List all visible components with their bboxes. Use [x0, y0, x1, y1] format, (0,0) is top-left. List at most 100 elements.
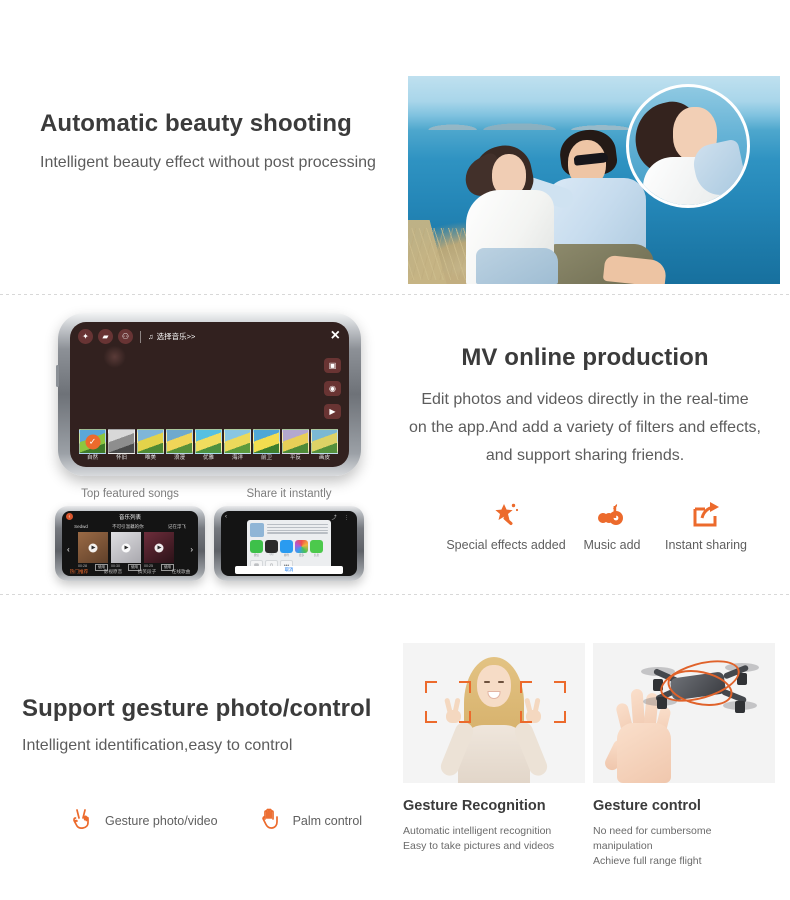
focus-bracket-icon — [520, 711, 532, 723]
eye — [498, 681, 504, 683]
song-card[interactable] — [111, 532, 141, 563]
filter-thumbnail — [195, 429, 222, 454]
bottom-tab-item[interactable]: 影视原音 — [104, 569, 122, 575]
filter-item[interactable]: 优雅 — [195, 429, 222, 462]
play-icon[interactable] — [121, 543, 131, 552]
filter-label: 唯美 — [144, 455, 156, 461]
circular-portrait-inset — [626, 84, 750, 208]
filter-item[interactable]: 唯美 — [137, 429, 164, 462]
filter-strip: ✓ 自然 怀旧 唯美 浪漫 优雅 海洋 前卫 平反 画皮 — [79, 429, 338, 462]
gesture-photo-video-item[interactable]: Gesture photo/video — [70, 805, 218, 836]
filter-label: 怀旧 — [115, 455, 127, 461]
victory-hand-icon — [70, 805, 96, 836]
filter-label: 画皮 — [318, 455, 330, 461]
drone-photo — [641, 652, 759, 719]
tab-item[interactable]: Sedwd — [74, 524, 88, 530]
feature-music-add[interactable]: Music add — [572, 496, 652, 552]
face — [477, 665, 511, 707]
music-list-title: 音乐列表 — [118, 514, 141, 521]
mini-phone-caption-songs: Top featured songs — [81, 488, 179, 500]
share-app-wechat[interactable]: 微信 — [250, 540, 263, 557]
filter-thumbnail — [137, 429, 164, 454]
caption-line: Automatic intelligent recognition — [403, 825, 552, 837]
gesture-section-text: Support gesture photo/control Intelligen… — [22, 695, 402, 755]
filter-label: 平反 — [289, 455, 301, 461]
editor-screen: ✦ ▰ ⚇ ♫ 选择音乐>> × ▣ ◉ ▶ ✓ 自然 怀旧 唯美 浪漫 优雅 … — [70, 322, 349, 467]
filter-item[interactable]: 平反 — [282, 429, 309, 462]
beauty-section-text: Automatic beauty shooting Intelligent be… — [40, 110, 410, 172]
song-card[interactable] — [144, 532, 174, 563]
gesture-label: Gesture photo/video — [105, 813, 218, 828]
robot-icon[interactable]: ⚇ — [118, 329, 133, 344]
focus-bracket-icon — [554, 711, 566, 723]
palm-control-item[interactable]: Palm control — [258, 805, 362, 836]
editor-toolbar: ✦ ▰ ⚇ ♫ 选择音乐>> — [78, 329, 195, 344]
filter-label: 前卫 — [260, 455, 272, 461]
music-note-icon — [572, 496, 652, 534]
close-icon[interactable]: × — [331, 328, 340, 344]
palm — [617, 723, 671, 783]
focus-bracket-icon — [554, 681, 566, 693]
toolbar-icons[interactable]: ⤴ ⋮ — [332, 514, 352, 521]
folder-icon[interactable]: ▰ — [98, 329, 113, 344]
share-sheet-panel: 微信 QQ 邮件 更多 信息 — [247, 520, 331, 571]
mv-feature-list: Special effects added Music add Instant … — [440, 496, 760, 552]
editor-side-controls: ▣ ◉ ▶ — [324, 358, 341, 419]
play-icon[interactable] — [154, 543, 164, 552]
select-music-button[interactable]: ♫ 选择音乐>> — [148, 331, 195, 342]
caption-line: No need for cumbersome manipulation — [593, 825, 712, 852]
mv-section-text: MV online production Edit photos and vid… — [385, 344, 785, 470]
mv-line-3: and support sharing friends. — [485, 447, 685, 464]
filter-item[interactable]: ✓ 自然 — [79, 429, 106, 462]
filter-item[interactable]: 怀旧 — [108, 429, 135, 462]
play-icon[interactable] — [88, 543, 98, 552]
share-app-message[interactable]: 信息 — [310, 540, 323, 557]
caption-title: Gesture Recognition — [403, 798, 546, 814]
next-arrow-icon[interactable]: › — [190, 545, 193, 554]
gesture-subtitle: Intelligent identification,easy to contr… — [22, 737, 293, 754]
filter-item[interactable]: 海洋 — [224, 429, 251, 462]
cancel-button[interactable]: 取消 — [235, 566, 343, 574]
app-label: 邮件 — [283, 554, 290, 557]
bottom-tab-item[interactable]: 搞笑段子 — [138, 569, 156, 575]
switch-camera-icon[interactable]: ▣ — [324, 358, 341, 373]
filter-thumbnail — [166, 429, 193, 454]
back-icon[interactable]: ‹ — [225, 514, 227, 520]
feature-label: Music add — [583, 538, 641, 552]
tab-item[interactable]: 不可引温藕的你 — [112, 524, 144, 530]
music-list-tabs: Sedwd 不可引温藕的你 记在浮飞 — [62, 524, 198, 530]
filter-thumbnail — [253, 429, 280, 454]
gesture-control-caption: Gesture control No need for cumbersome m… — [593, 798, 773, 869]
prev-arrow-icon[interactable]: ‹ — [67, 545, 70, 554]
selected-check-icon: ✓ — [85, 434, 100, 449]
filter-label: 自然 — [86, 455, 98, 461]
filter-item[interactable]: 前卫 — [253, 429, 280, 462]
bottom-tab-item[interactable]: 热门推荐 — [70, 569, 88, 575]
feature-special-effects[interactable]: Special effects added — [440, 496, 572, 552]
music-note-icon: ♫ — [148, 332, 154, 341]
feature-label: Special effects added — [446, 538, 566, 552]
video-icon[interactable]: ▶ — [324, 404, 341, 419]
filter-item[interactable]: 浪漫 — [166, 429, 193, 462]
magic-wand-icon[interactable]: ✦ — [78, 329, 93, 344]
camera-icon[interactable]: ◉ — [324, 381, 341, 396]
filter-item[interactable]: 画皮 — [311, 429, 338, 462]
share-sheet-screen: ‹ ⤴ ⋮ 微信 QQ 邮件 更多 信息 取消 — [221, 511, 357, 576]
bottom-tab-item[interactable]: 在线歌曲 — [172, 569, 190, 575]
share-app-more[interactable]: 更多 — [295, 540, 308, 557]
toolbar-separator — [140, 330, 141, 343]
preview-thumbnail — [250, 523, 264, 537]
share-app-qq[interactable]: QQ — [265, 540, 278, 557]
share-app-mail[interactable]: 邮件 — [280, 540, 293, 557]
open-palm-icon — [258, 805, 284, 836]
section-divider-1 — [0, 294, 790, 295]
message-icon — [310, 540, 323, 553]
music-bottom-tabs: 热门推荐 影视原音 搞笑段子 在线歌曲 — [62, 569, 198, 575]
song-card[interactable] — [78, 532, 108, 563]
beauty-subtitle: Intelligent beauty effect without post p… — [40, 154, 376, 171]
tab-item[interactable]: 记在浮飞 — [168, 524, 186, 530]
mv-line-1: Edit photos and videos directly in the r… — [421, 391, 749, 408]
feature-instant-sharing[interactable]: Instant sharing — [652, 496, 760, 552]
focus-bracket-icon — [459, 711, 471, 723]
filter-thumbnail — [282, 429, 309, 454]
